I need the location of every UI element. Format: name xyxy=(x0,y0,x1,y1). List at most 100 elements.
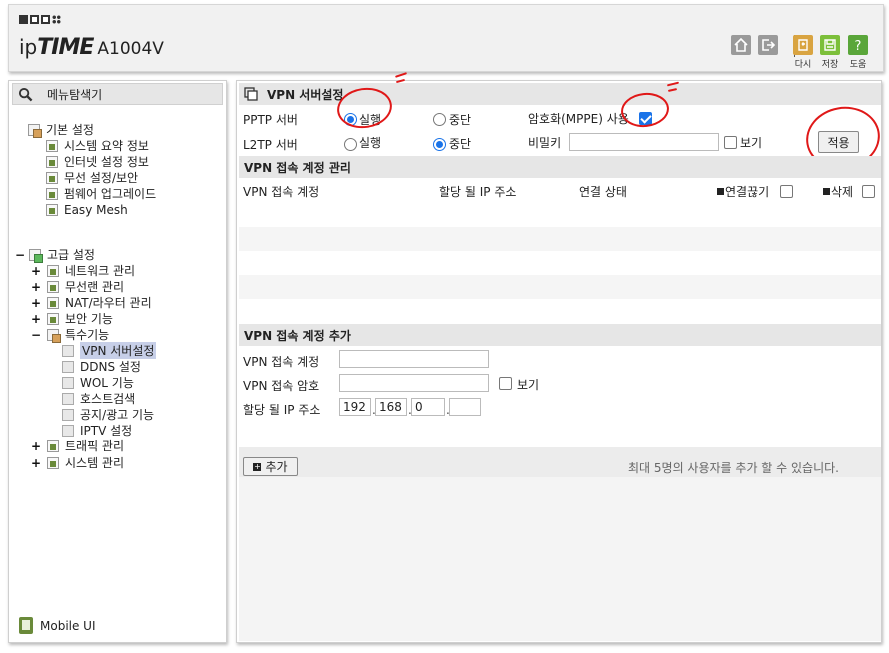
tree-network-management[interactable]: + 네트워크 관리 xyxy=(31,263,135,279)
mesh-icon xyxy=(46,203,58,216)
secret-show-checkbox[interactable] xyxy=(724,136,737,149)
add-section-title: VPN 접속 계정 추가 xyxy=(244,328,351,343)
tree-nat-router-management[interactable]: + NAT/라우터 관리 xyxy=(31,295,152,311)
max-users-note: 최대 5명의 사용자를 추가 할 수 있습니다. xyxy=(628,461,839,475)
home-icon xyxy=(734,37,748,52)
tree-item-iptv[interactable]: IPTV 설정 xyxy=(62,423,132,438)
plus-icon: + xyxy=(253,461,262,471)
expand-icon[interactable]: + xyxy=(31,312,41,326)
col-delete: 삭제 xyxy=(823,183,853,200)
chart-icon xyxy=(46,139,58,152)
lock-icon xyxy=(47,312,59,325)
brand-logo: ipTIME A1004V xyxy=(19,35,164,60)
logout-icon xyxy=(762,39,776,51)
main-panel: VPN 서버설정 PPTP 서버 실행 중단 암호화(MPPE) 사용 L2TP… xyxy=(236,72,885,643)
accounts-section-title: VPN 접속 계정 관리 xyxy=(244,160,351,175)
mobile-ui-link[interactable]: Mobile UI xyxy=(19,617,96,634)
col-ip: 할당 될 IP 주소 xyxy=(439,185,517,199)
l2tp-run-radio[interactable] xyxy=(344,138,357,151)
table-row xyxy=(239,227,881,251)
menu-explorer-header: 메뉴탐색기 xyxy=(12,83,223,105)
tree-item-ddns[interactable]: DDNS 설정 xyxy=(62,359,141,374)
col-status: 연결 상태 xyxy=(579,185,627,199)
expand-icon[interactable]: + xyxy=(31,456,41,470)
encryption-label: 암호화(MPPE) 사용 xyxy=(528,112,629,126)
ip-octet-4[interactable] xyxy=(449,398,481,416)
tree-advanced-settings[interactable]: − 고급 설정 xyxy=(15,247,95,263)
restart-icon xyxy=(798,39,808,51)
wifi-icon xyxy=(47,280,59,293)
pptp-stop-radio[interactable] xyxy=(433,113,446,126)
add-account-input[interactable] xyxy=(339,350,489,368)
table-row xyxy=(239,251,881,275)
tree-item-firmware-upgrade[interactable]: 펌웨어 업그레이드 xyxy=(46,186,156,201)
minus-icon xyxy=(717,188,724,195)
expand-icon[interactable]: + xyxy=(31,439,41,453)
add-password-input[interactable] xyxy=(339,374,489,392)
restart-button[interactable] xyxy=(793,35,813,55)
collapse-icon[interactable]: − xyxy=(31,328,41,342)
page-icon xyxy=(62,408,74,421)
tree-system-management[interactable]: + 시스템 관리 xyxy=(31,455,124,471)
svg-text:?: ? xyxy=(855,39,862,53)
tree-item-internet-settings[interactable]: 인터넷 설정 정보 xyxy=(46,154,149,169)
tree-item-vpn-server[interactable]: VPN 서버설정 xyxy=(62,342,157,359)
secret-show-label: 보기 xyxy=(740,136,763,150)
ip-octet-1[interactable] xyxy=(339,398,371,416)
tree-security-features[interactable]: + 보안 기능 xyxy=(31,311,113,327)
save-button[interactable] xyxy=(820,35,840,55)
folder-icon xyxy=(29,248,43,263)
add-password-show-checkbox[interactable] xyxy=(499,377,512,390)
restart-label: 다시 xyxy=(794,60,812,70)
secret-key-input[interactable] xyxy=(569,133,719,151)
disconnect-all-checkbox[interactable] xyxy=(780,185,793,198)
add-password-label: VPN 접속 암호 xyxy=(243,379,320,393)
expand-icon[interactable]: + xyxy=(31,296,41,310)
add-ip-label: 할당 될 IP 주소 xyxy=(243,403,321,417)
tree-traffic-management[interactable]: + 트래픽 관리 xyxy=(31,438,124,454)
help-button[interactable]: ? xyxy=(848,35,868,55)
menu-explorer-title: 메뉴탐색기 xyxy=(47,87,103,102)
add-password-show-label: 보기 xyxy=(517,378,540,392)
help-icon: ? xyxy=(855,39,862,53)
save-label: 저장 xyxy=(821,60,839,70)
home-button[interactable] xyxy=(731,35,751,55)
add-account-button[interactable]: + 추가 xyxy=(243,457,298,476)
annotation-mark xyxy=(394,72,408,78)
tree-item-notice-ad[interactable]: 공지/광고 기능 xyxy=(62,407,154,422)
upgrade-icon xyxy=(46,187,58,200)
mobile-icon xyxy=(19,617,33,634)
tree-item-easy-mesh[interactable]: Easy Mesh xyxy=(46,202,128,217)
tree-item-wireless-security[interactable]: 무선 설정/보안 xyxy=(46,170,138,185)
expand-icon[interactable]: + xyxy=(31,264,41,278)
page-title: VPN 서버설정 xyxy=(267,87,344,102)
tree-special-features[interactable]: − 특수기능 xyxy=(31,327,109,343)
pptp-label: PPTP 서버 xyxy=(243,113,298,127)
tree-item-wol[interactable]: WOL 기능 xyxy=(62,375,134,390)
tree-item-system-summary[interactable]: 시스템 요약 정보 xyxy=(46,138,149,153)
secret-key-label: 비밀키 xyxy=(528,136,562,150)
add-account-label: VPN 접속 계정 xyxy=(243,355,320,369)
collapse-icon[interactable]: − xyxy=(15,248,25,262)
window-icon xyxy=(244,87,258,101)
ip-octet-3[interactable] xyxy=(411,398,445,416)
ip-octet-2[interactable] xyxy=(375,398,407,416)
empty-area xyxy=(239,477,881,641)
traffic-icon xyxy=(47,439,59,452)
monitor-icon xyxy=(46,155,58,168)
save-icon xyxy=(824,39,836,51)
folder-icon xyxy=(28,123,42,138)
tree-wireless-management[interactable]: + 무선랜 관리 xyxy=(31,279,124,295)
page-title-bar: VPN 서버설정 xyxy=(239,83,881,105)
logout-button[interactable] xyxy=(758,35,778,55)
l2tp-stop-radio[interactable] xyxy=(433,138,446,151)
expand-icon[interactable]: + xyxy=(31,280,41,294)
delete-all-checkbox[interactable] xyxy=(862,185,875,198)
col-disconnect: 연결끊기 xyxy=(717,183,769,200)
router-icon xyxy=(47,296,59,309)
tree-item-host-search[interactable]: 호스트검색 xyxy=(62,391,135,406)
page-icon xyxy=(62,392,74,405)
table-row xyxy=(239,203,881,227)
tree-basic-settings[interactable]: 기본 설정 xyxy=(28,122,94,138)
table-row xyxy=(239,299,881,323)
